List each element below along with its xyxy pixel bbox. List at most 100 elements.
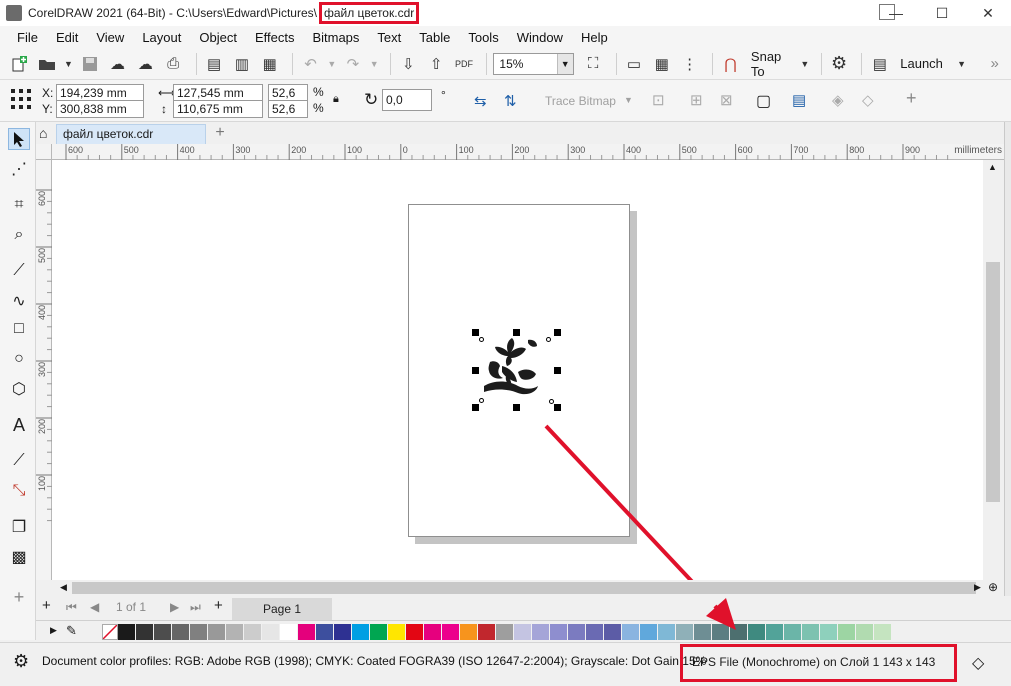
options-gear-icon[interactable]: ⚙: [828, 52, 851, 76]
settings-gear-icon[interactable]: ⚙: [13, 651, 29, 672]
color-swatch[interactable]: [874, 624, 891, 640]
menu-window[interactable]: Window: [508, 30, 572, 45]
launch-icon[interactable]: ▤: [868, 52, 891, 76]
resample-icon[interactable]: ⊠: [720, 91, 733, 109]
chevron-down-icon[interactable]: ▼: [624, 95, 633, 105]
export-icon[interactable]: ⇧: [425, 52, 448, 76]
color-swatch[interactable]: [352, 624, 369, 640]
toolbar-overflow-icon[interactable]: »: [983, 52, 1006, 76]
color-swatch[interactable]: [334, 624, 351, 640]
previous-page-icon[interactable]: ◀: [90, 600, 99, 614]
color-swatch[interactable]: [532, 624, 549, 640]
color-swatch[interactable]: [190, 624, 207, 640]
color-swatch[interactable]: [406, 624, 423, 640]
menu-effects[interactable]: Effects: [246, 30, 304, 45]
artistic-media-tool-icon[interactable]: ∿: [8, 290, 30, 312]
drop-shadow-tool-icon[interactable]: ❐: [8, 516, 30, 538]
zoom-fit-icon[interactable]: ⊕: [988, 580, 998, 594]
chevron-down-icon[interactable]: ▼: [369, 52, 379, 76]
horizontal-ruler[interactable]: 600 500 400 300 200 100 0 100 200 300 400 500 600 700…: [52, 144, 1004, 160]
new-document-icon[interactable]: [8, 52, 31, 76]
chevron-down-icon[interactable]: ▼: [556, 53, 573, 74]
color-swatch[interactable]: [658, 624, 675, 640]
first-page-icon[interactable]: ⏮: [66, 600, 77, 615]
color-swatch[interactable]: [478, 624, 495, 640]
minimize-button[interactable]: —: [873, 0, 919, 26]
color-swatch[interactable]: [118, 624, 135, 640]
document-tab[interactable]: файл цветок.cdr: [56, 124, 206, 144]
print-icon[interactable]: ⎙: [162, 52, 185, 76]
redo-icon[interactable]: ↷: [342, 52, 365, 76]
add-tool-icon[interactable]: +: [8, 586, 30, 608]
show-rulers-icon[interactable]: ▭: [623, 52, 646, 76]
color-swatch[interactable]: [856, 624, 873, 640]
color-swatch[interactable]: [370, 624, 387, 640]
color-swatch[interactable]: [694, 624, 711, 640]
color-swatch[interactable]: [712, 624, 729, 640]
color-swatch[interactable]: [208, 624, 225, 640]
color-swatch[interactable]: [784, 624, 801, 640]
color-swatch[interactable]: [820, 624, 837, 640]
color-swatch[interactable]: [604, 624, 621, 640]
trace-bitmap-button[interactable]: Trace Bitmap: [545, 94, 616, 108]
polygon-tool-icon[interactable]: ⬡: [8, 378, 30, 400]
color-swatch[interactable]: [154, 624, 171, 640]
vertical-scroll-thumb[interactable]: [986, 262, 1000, 502]
color-swatch[interactable]: [640, 624, 657, 640]
color-swatch[interactable]: [226, 624, 243, 640]
scroll-left-icon[interactable]: ◀: [60, 582, 67, 593]
save-icon[interactable]: [78, 52, 101, 76]
rectangle-tool-icon[interactable]: □: [8, 318, 30, 340]
menu-help[interactable]: Help: [572, 30, 617, 45]
ellipse-tool-icon[interactable]: ○: [8, 348, 30, 370]
vertical-scrollbar[interactable]: ▲: [983, 160, 1004, 580]
menu-layout[interactable]: Layout: [133, 30, 190, 45]
color-swatch[interactable]: [298, 624, 315, 640]
color-swatch[interactable]: [136, 624, 153, 640]
lock-ratio-icon[interactable]: 🔒︎: [333, 93, 339, 106]
undo-icon[interactable]: ↶: [299, 52, 322, 76]
add-document-tab-button[interactable]: +: [210, 124, 230, 144]
color-swatch[interactable]: [802, 624, 819, 640]
snap-to-dropdown[interactable]: Snap To: [751, 49, 796, 79]
color-swatch[interactable]: [586, 624, 603, 640]
y-position-field[interactable]: 300,838 mm: [56, 100, 144, 118]
next-page-icon[interactable]: ▶: [170, 600, 179, 614]
bitmap-properties-icon[interactable]: ▤: [792, 91, 806, 109]
crop-tool-icon[interactable]: ⌗: [8, 194, 30, 216]
mirror-vertical-icon[interactable]: ⇅: [504, 92, 517, 110]
arrange-forward-icon[interactable]: ◈: [832, 91, 844, 109]
import-icon[interactable]: ⇩: [397, 52, 420, 76]
cloud-download-icon[interactable]: ☁: [106, 52, 129, 76]
freehand-tool-icon[interactable]: ⟋: [8, 260, 30, 282]
chevron-down-icon[interactable]: ▼: [327, 52, 337, 76]
zoom-level-select[interactable]: 15% ▼: [493, 52, 574, 75]
full-screen-icon[interactable]: ⛶: [582, 52, 605, 76]
color-swatch[interactable]: [262, 624, 279, 640]
maximize-button[interactable]: ☐: [919, 0, 965, 26]
add-property-icon[interactable]: +: [906, 88, 917, 109]
show-guidelines-icon[interactable]: ⋮: [678, 52, 701, 76]
chevron-down-icon[interactable]: ▼: [955, 52, 968, 76]
color-swatch[interactable]: [244, 624, 261, 640]
scale-y-field[interactable]: 52,6: [268, 100, 308, 118]
snap-magnet-icon[interactable]: ⋂: [719, 52, 742, 76]
color-swatch[interactable]: [568, 624, 585, 640]
vertical-ruler[interactable]: 600 500 400 300 200 100: [36, 160, 52, 580]
mirror-horizontal-icon[interactable]: ⇆: [474, 92, 487, 110]
color-swatch[interactable]: [838, 624, 855, 640]
color-swatch[interactable]: [676, 624, 693, 640]
color-swatch[interactable]: [766, 624, 783, 640]
fill-indicator-icon[interactable]: ◇: [972, 653, 984, 673]
document-color-profiles[interactable]: Document color profiles: RGB: Adobe RGB …: [42, 654, 706, 668]
color-swatch[interactable]: [388, 624, 405, 640]
menu-edit[interactable]: Edit: [47, 30, 87, 45]
reference-point-icon[interactable]: [10, 88, 32, 110]
color-swatch[interactable]: [514, 624, 531, 640]
paste-icon[interactable]: ▦: [258, 52, 281, 76]
launch-dropdown[interactable]: Launch: [900, 56, 943, 71]
color-swatch[interactable]: [730, 624, 747, 640]
open-folder-icon[interactable]: [36, 52, 59, 76]
menu-bitmaps[interactable]: Bitmaps: [303, 30, 368, 45]
publish-pdf-icon[interactable]: PDF: [453, 52, 476, 76]
